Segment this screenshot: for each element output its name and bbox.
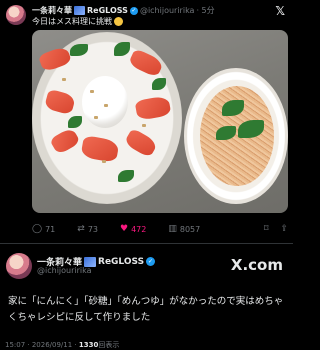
smile-emoji-icon	[114, 17, 123, 26]
nut	[142, 124, 146, 127]
views-button[interactable]: ▥ 8057	[168, 224, 200, 234]
bookmark-icon[interactable]: ⌑	[264, 224, 269, 234]
repost-icon: ⇄	[77, 224, 85, 234]
author-handle[interactable]: @ichijouririka	[140, 6, 195, 15]
verified-badge-icon: ✓	[129, 6, 138, 15]
verified-badge-icon: ✓	[146, 257, 156, 266]
reply-count: 71	[45, 224, 56, 234]
action-bar: ◯ 71 ⇄ 73 ♥ 472 ▥ 8057 ⌑ ⇪	[32, 224, 288, 234]
post-photo[interactable]	[32, 30, 288, 213]
divider	[0, 243, 293, 244]
share-icon[interactable]: ⇪	[280, 224, 288, 234]
flag-emoji-icon	[74, 6, 85, 15]
reply-button[interactable]: ◯ 71	[32, 224, 55, 234]
repost-count: 73	[87, 224, 98, 234]
bar-chart-icon: ▥	[168, 224, 177, 234]
avatar[interactable]	[6, 5, 26, 25]
post-meta: 15:07 · 2026/09/11 · 1330回表示	[5, 340, 119, 350]
author-name-suffix: ReGLOSS	[87, 6, 128, 15]
x-logo-icon[interactable]: 𝕏	[275, 4, 285, 18]
reply-icon: ◯	[32, 224, 43, 234]
post-time[interactable]: · 5分	[196, 5, 214, 16]
nut	[102, 160, 106, 163]
post-view-label: 回表示	[98, 341, 120, 349]
post-text: 家に「にんにく」「砂糖」「めんつゆ」がなかったので実はめちゃくちゃレシピに反して…	[8, 296, 284, 323]
views-count: 8057	[179, 224, 201, 234]
author-name-suffix: ReGLOSS	[98, 256, 145, 267]
post-view-count: 1330	[78, 341, 99, 349]
nut	[94, 116, 98, 119]
flag-emoji-icon	[84, 256, 97, 267]
quoted-post-header: 一条莉々華 ReGLOSS ✓ @ichijouririka · 5分	[32, 5, 215, 16]
post-timestamp[interactable]: 15:07 · 2026/09/11 ·	[5, 341, 79, 349]
author-name[interactable]: 一条莉々華	[32, 5, 72, 16]
avatar[interactable]	[6, 253, 32, 279]
x-com-text: X.com	[230, 256, 283, 274]
like-button[interactable]: ♥ 472	[120, 224, 146, 234]
x-com-logo[interactable]: X.com	[231, 256, 283, 274]
like-count: 472	[131, 224, 147, 234]
quoted-post-text: 今日はメス料理に挑戦	[32, 16, 123, 27]
author-handle[interactable]: @ichijouririka	[37, 266, 92, 275]
nut	[90, 90, 94, 93]
nut	[62, 78, 66, 81]
nut	[104, 104, 108, 107]
heart-icon: ♥	[120, 224, 129, 234]
burrata-cheese	[82, 76, 128, 128]
quoted-post[interactable]: 一条莉々華 ReGLOSS ✓ @ichijouririka · 5分 𝕏 今日…	[0, 0, 293, 243]
repost-button[interactable]: ⇄ 73	[77, 224, 98, 234]
quoted-post-text-body: 今日はメス料理に挑戦	[32, 17, 112, 26]
